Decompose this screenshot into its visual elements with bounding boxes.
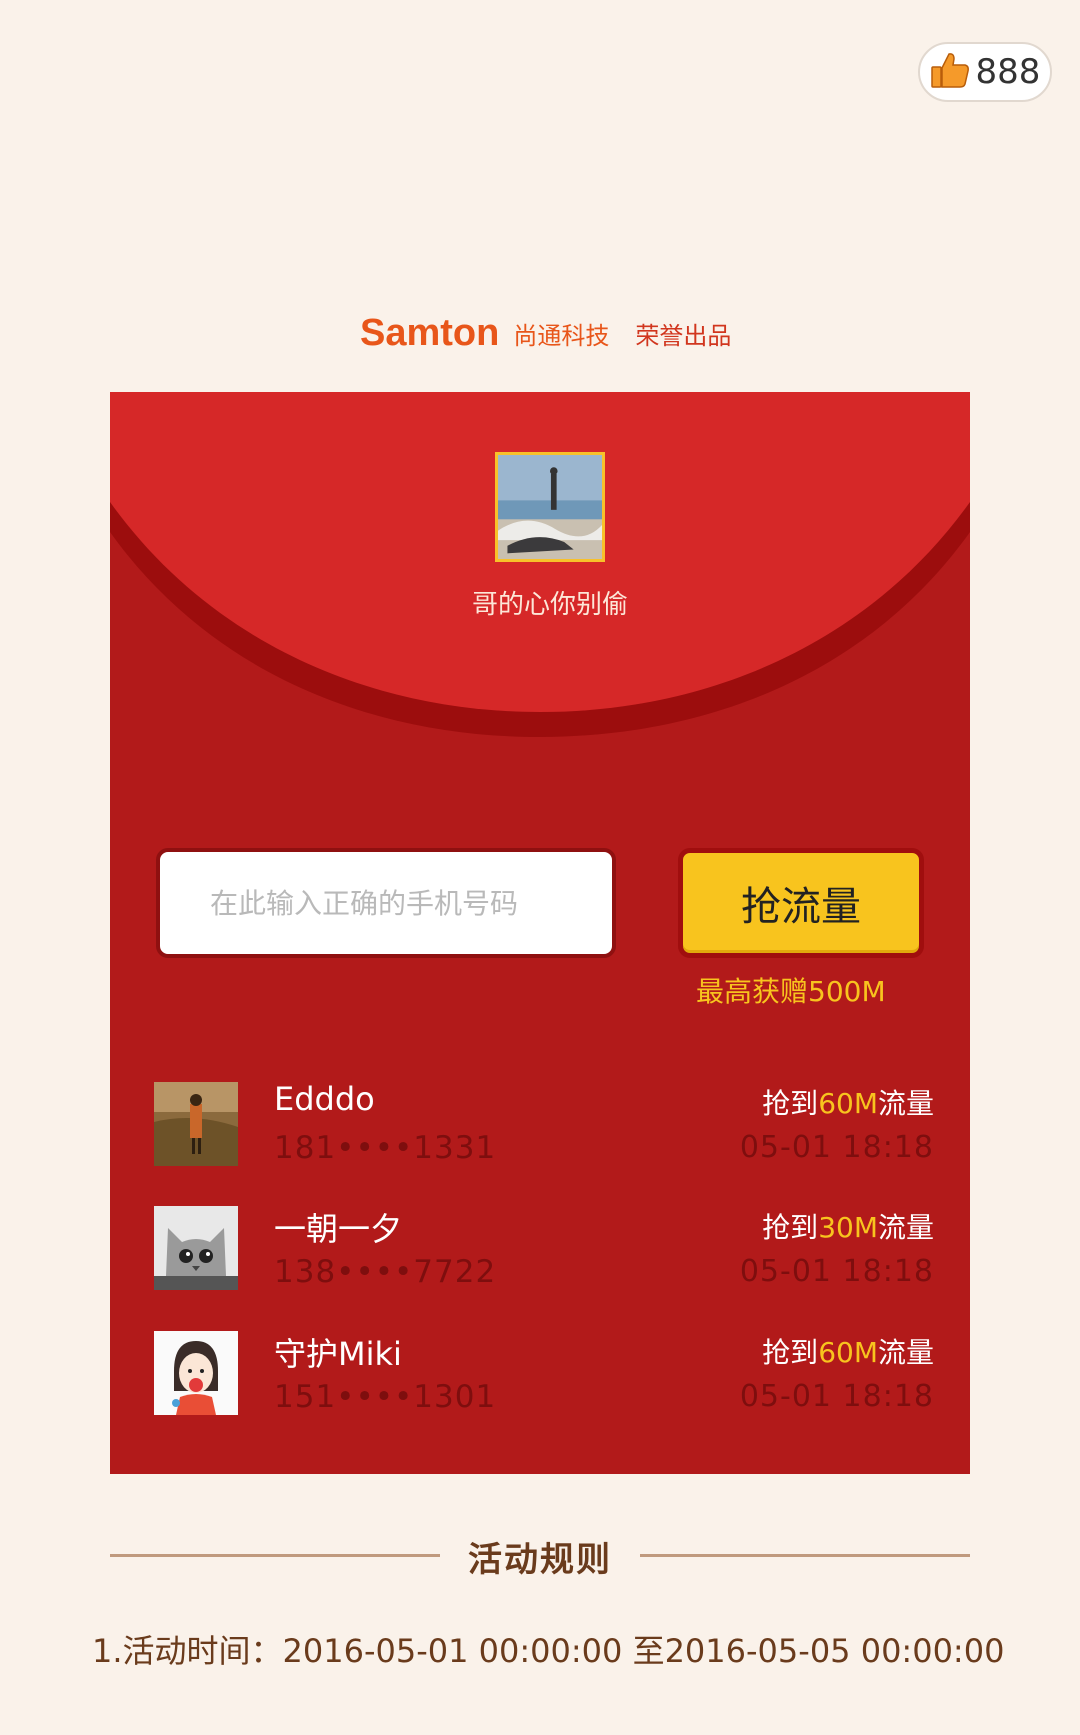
divider-right [640, 1554, 970, 1557]
winner-row: 守护Miki 151••••1301 抢到60M流量 05-01 18:18 [154, 1329, 934, 1419]
host-avatar [495, 452, 605, 562]
winner-row: Edddo 181••••1331 抢到60M流量 05-01 18:18 [154, 1080, 934, 1170]
red-envelope-card: 哥的心你别偷 抢流量 最高获赠500M Edddo 181••••1331 抢到… [110, 392, 970, 1474]
winner-row: 一朝一夕 138••••7722 抢到30M流量 05-01 18:18 [154, 1204, 934, 1294]
winner-phone: 138••••7722 [274, 1254, 497, 1290]
like-button[interactable]: 888 [918, 42, 1052, 102]
winner-avatar [154, 1082, 238, 1166]
winner-name: 守护Miki [274, 1335, 402, 1373]
winner-time: 05-01 18:18 [739, 1379, 934, 1414]
winner-time: 05-01 18:18 [739, 1130, 934, 1165]
brand-slogan: 荣誉出品 [635, 322, 732, 350]
winner-time: 05-01 18:18 [739, 1254, 934, 1289]
phone-number-input[interactable] [156, 848, 616, 958]
rule-item: 1.活动时间：2016-05-01 00:00:00 至2016-05-05 0… [92, 1632, 1005, 1670]
brand-header: Samton 尚通科技 荣誉出品 [360, 312, 731, 355]
max-gift-label: 最高获赠500M [696, 975, 886, 1008]
grab-traffic-button[interactable]: 抢流量 [678, 848, 924, 958]
winner-phone: 181••••1331 [274, 1130, 497, 1166]
winner-name: 一朝一夕 [274, 1210, 403, 1248]
winner-prize: 抢到60M流量 [762, 1336, 934, 1369]
company-name: 尚通科技 [513, 322, 610, 350]
winner-avatar [154, 1206, 238, 1290]
samton-logo: Samton [360, 312, 500, 354]
winner-prize: 抢到30M流量 [762, 1211, 934, 1244]
winner-phone: 151••••1301 [274, 1379, 497, 1415]
winner-name: Edddo [274, 1080, 375, 1118]
thumbs-up-icon [930, 50, 970, 94]
host-name: 哥的心你别偷 [471, 590, 628, 620]
like-count: 888 [975, 52, 1041, 92]
winner-avatar [154, 1331, 238, 1415]
winner-prize: 抢到60M流量 [762, 1087, 934, 1120]
